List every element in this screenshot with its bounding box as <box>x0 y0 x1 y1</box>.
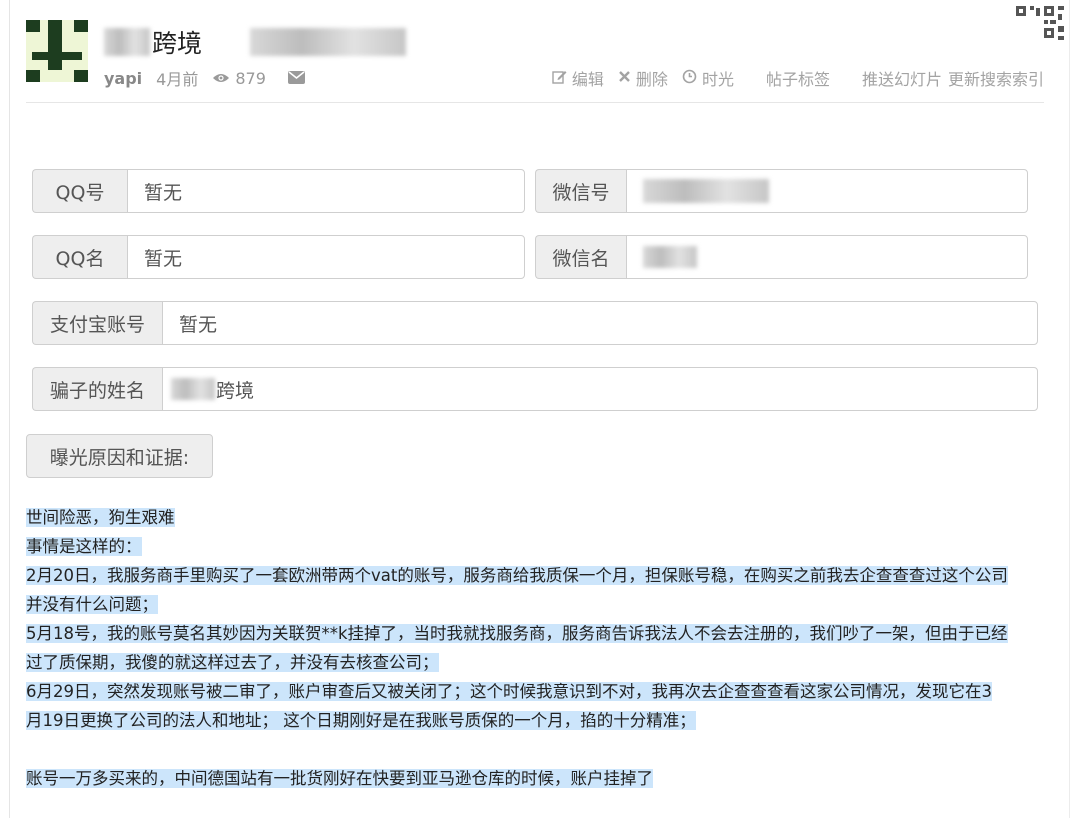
edit-button[interactable]: 编辑 <box>552 66 604 90</box>
frame-border-left <box>9 0 10 818</box>
wechat-number-group: 微信号 <box>535 169 1028 213</box>
eye-icon <box>212 69 230 88</box>
view-count: 879 <box>235 68 266 88</box>
alipay-group: 支付宝账号 暂无 <box>32 301 1038 345</box>
timeline-label: 时光 <box>701 70 734 89</box>
timeline-button[interactable]: 时光 <box>682 66 734 90</box>
post-line: 世间险恶，狗生艰难 <box>26 508 175 527</box>
author-name[interactable]: yapi <box>104 69 142 88</box>
header-divider <box>26 102 1044 103</box>
scammer-name-value: 跨境 <box>216 379 255 402</box>
delete-label: 删除 <box>635 70 668 89</box>
scammer-name-label: 骗子的姓名 <box>32 367 162 411</box>
alipay-label: 支付宝账号 <box>32 301 162 345</box>
post-line: 账号一万多买来的，中间德国站有一批货刚好在快要到亚马逊仓库的时候，账户挂掉了 <box>26 769 653 788</box>
post-line: 过了质保期，我傻的就这样过去了，并没有去核查公司； <box>26 653 439 672</box>
redacted-value <box>171 378 215 400</box>
qq-name-group: QQ名 暂无 <box>32 235 525 279</box>
clock-icon <box>682 69 697 88</box>
title-text: 跨境 <box>152 29 203 58</box>
envelope-icon[interactable] <box>287 69 305 88</box>
qr-code-icon[interactable] <box>1014 2 1068 42</box>
post-meta: yapi 4月前 879 <box>104 66 305 90</box>
qq-number-label: QQ号 <box>32 169 127 213</box>
avatar[interactable] <box>26 20 88 82</box>
alipay-field[interactable]: 暂无 <box>162 301 1038 345</box>
wechat-number-field[interactable] <box>626 169 1028 213</box>
wechat-name-label: 微信名 <box>535 235 626 279</box>
frame-border-right <box>1069 0 1070 818</box>
push-slideshow-link[interactable]: 推送幻灯片 <box>862 66 942 90</box>
qq-number-group: QQ号 暂无 <box>32 169 525 213</box>
qq-name-label: QQ名 <box>32 235 127 279</box>
qq-name-field[interactable]: 暂无 <box>127 235 525 279</box>
scammer-name-field[interactable]: 跨境 <box>162 367 1038 411</box>
redacted-value <box>643 246 697 268</box>
delete-button[interactable]: 删除 <box>618 66 668 90</box>
post-line: 5月18号，我的账号莫名其妙因为关联贺**k挂掉了，当时我就找服务商，服务商告诉… <box>26 624 1008 643</box>
post-tags-link[interactable]: 帖子标签 <box>766 66 830 90</box>
post-line: 6月29日，突然发现账号被二审了，账户审查后又被关闭了；这个时候我意识到不对，我… <box>26 682 992 701</box>
redacted-value <box>643 179 769 203</box>
post-content: 世间险恶，狗生艰难 事情是这样的： 2月20日，我服务商手里购买了一套欧洲带两个… <box>26 503 1046 793</box>
redacted-title-part <box>250 28 407 56</box>
update-search-index-link[interactable]: 更新搜索索引 <box>948 66 1044 90</box>
close-icon <box>618 70 631 87</box>
qq-number-field[interactable]: 暂无 <box>127 169 525 213</box>
redacted-title-part <box>104 28 150 56</box>
post-line: 月19日更换了公司的法人和地址； 这个日期刚好是在我账号质保的一个月，掐的十分精… <box>26 711 696 730</box>
edit-label: 编辑 <box>571 70 604 89</box>
wechat-number-label: 微信号 <box>535 169 626 213</box>
post-line: 并没有什么问题； <box>26 595 158 614</box>
wechat-name-group: 微信名 <box>535 235 1028 279</box>
post-line: 2月20日，我服务商手里购买了一套欧洲带两个vat的账号，服务商给我质保一个月，… <box>26 566 1008 585</box>
post-line: 事情是这样的： <box>26 537 142 556</box>
evidence-label: 曝光原因和证据: <box>26 434 213 478</box>
scammer-name-group: 骗子的姓名 跨境 <box>32 367 1038 411</box>
edit-icon <box>552 69 567 88</box>
post-title: 跨境 <box>104 24 407 60</box>
post-time: 4月前 <box>156 70 199 89</box>
post-actions: 编辑 删除 时光 帖子标签 推送幻灯片 更新搜索索引 <box>538 66 1044 90</box>
wechat-name-field[interactable] <box>626 235 1028 279</box>
